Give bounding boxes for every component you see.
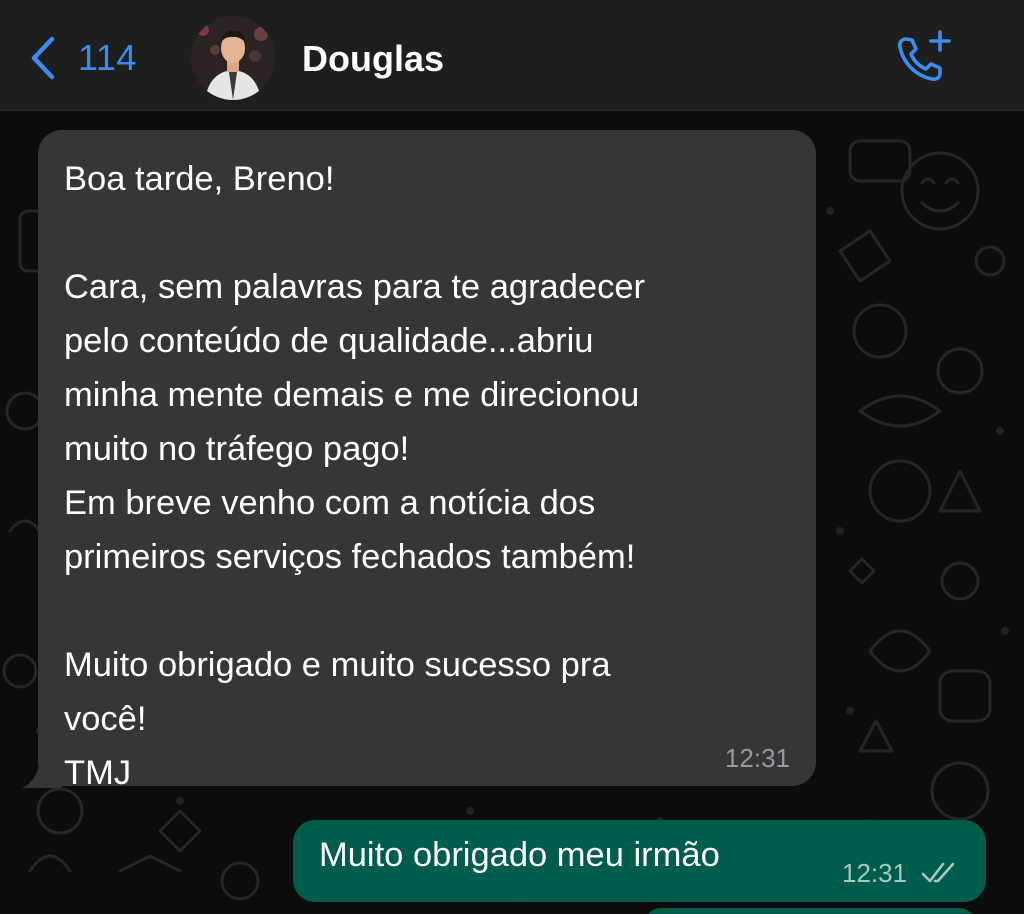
chevron-left-icon (31, 36, 55, 80)
incoming-message-bubble[interactable]: Boa tarde, Breno! Cara, sem palavras par… (38, 130, 816, 792)
next-outgoing-bubble-edge (646, 908, 974, 914)
add-call-button[interactable] (892, 26, 954, 88)
phone-add-icon (898, 30, 951, 81)
unread-count: 114 (78, 37, 137, 78)
double-check-icon (921, 862, 955, 883)
contact-avatar-image (191, 16, 275, 100)
back-button[interactable]: 114 (28, 30, 137, 86)
contact-name[interactable]: Douglas (302, 38, 444, 80)
outgoing-message-text: Muito obrigado meu irmão (319, 836, 720, 874)
chat-header: 114 Douglas (0, 0, 1024, 111)
avatar[interactable] (191, 16, 275, 100)
incoming-message-text: Boa tarde, Breno! Cara, sem palavras par… (64, 160, 646, 792)
chat-screen: 114 Douglas Boa tarde, Breno! Cara, sem … (0, 0, 1024, 914)
outgoing-message-time: 12:31 (842, 858, 908, 888)
outgoing-message-bubble[interactable]: Muito obrigado meu irmão 12:31 (293, 820, 986, 902)
incoming-message-time: 12:31 (724, 743, 790, 773)
